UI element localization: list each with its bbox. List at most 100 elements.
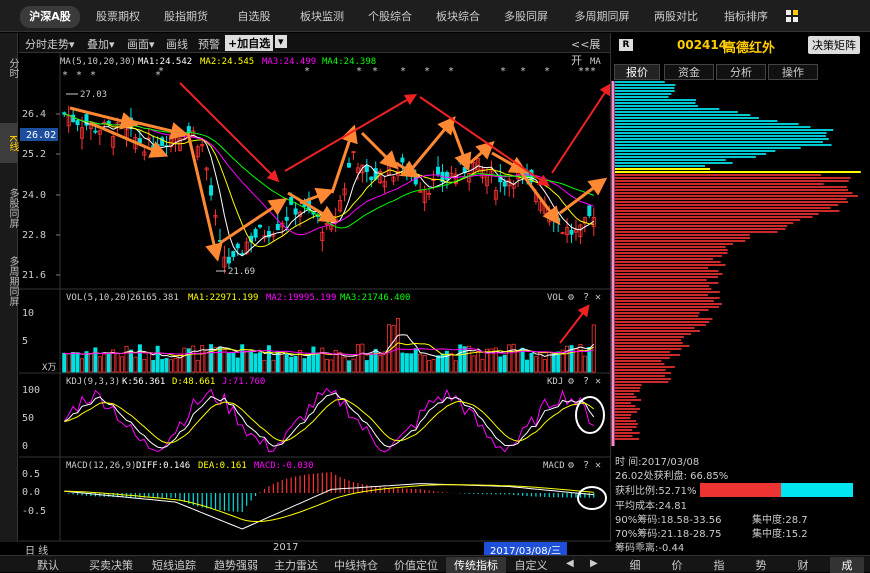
chip-bar xyxy=(615,429,633,431)
chip-bar xyxy=(615,105,698,107)
rtab-price[interactable]: 价 xyxy=(662,557,692,573)
volume-bar xyxy=(507,344,512,373)
rtab-trend[interactable]: 势 xyxy=(746,557,776,573)
nav-item-5[interactable]: 板块综合 xyxy=(428,6,488,28)
chip-bar xyxy=(615,198,847,200)
stock-badge: R xyxy=(619,39,633,51)
nav-item-7[interactable]: 多周期同屏 xyxy=(566,6,638,28)
chip-bar xyxy=(615,426,637,428)
volume-bar xyxy=(262,359,267,373)
chip-bar xyxy=(615,153,767,155)
volume-bar xyxy=(355,344,360,373)
chip-bar xyxy=(615,375,665,377)
chip-bar xyxy=(615,147,801,149)
price-tick-label: 22.8 xyxy=(22,230,46,241)
kline-chart[interactable]: MA(5,10,20,30) MA1:24.542 MA2:24.545 MA3… xyxy=(0,53,610,542)
macd-close-icon[interactable]: ✕ xyxy=(595,460,601,471)
rtab-finance[interactable]: 财 xyxy=(788,557,818,573)
volume-bar xyxy=(320,347,325,373)
nav-item-1[interactable]: 股指期货 xyxy=(156,6,216,28)
x-axis-bar: 日 线 2017 2017/03/08/三 xyxy=(19,542,610,557)
volume-bar xyxy=(177,353,182,373)
tab-trade-decision[interactable]: 买卖决策 xyxy=(80,557,142,573)
volume-bar xyxy=(502,354,507,373)
volume-bar xyxy=(480,358,485,373)
tab-value-position[interactable]: 价值定位 xyxy=(386,557,446,573)
tab-custom[interactable]: 自定义 xyxy=(506,557,556,573)
volume-bar xyxy=(315,353,320,373)
volume-bar xyxy=(151,359,156,373)
chip-bar xyxy=(615,318,713,320)
vol-settings-icon[interactable]: ⚙ xyxy=(567,292,574,303)
chip-bar xyxy=(615,231,778,233)
tab-default[interactable]: 默认 xyxy=(18,557,78,573)
kdj-right-label: KDJ xyxy=(547,377,563,387)
chip-time: 时 间:2017/03/08 xyxy=(615,457,700,468)
nav-item-2[interactable]: 自选股 xyxy=(226,6,282,28)
vol-ma3: MA3:21746.400 xyxy=(340,293,410,303)
overlay-dropdown[interactable]: 叠加▾ xyxy=(87,36,115,52)
macd-highlight-circle xyxy=(577,486,607,510)
chip-bar xyxy=(615,219,801,221)
alert-button[interactable]: 预警 xyxy=(198,36,220,52)
vol-close-icon[interactable]: ✕ xyxy=(595,292,601,303)
tab-mid-hold[interactable]: 中线持仓 xyxy=(326,557,386,573)
high-price-label: 27.03 xyxy=(80,90,107,100)
nav-item-6[interactable]: 多股同屏 xyxy=(496,6,556,28)
market-tab[interactable]: 沪深A股 xyxy=(20,6,80,28)
nav-item-3[interactable]: 板块监测 xyxy=(292,6,352,28)
grid-menu-icon[interactable] xyxy=(786,10,798,22)
rtab-detail[interactable]: 细 xyxy=(620,557,650,573)
vol-help-icon[interactable]: ? xyxy=(583,292,589,303)
nav-item-9[interactable]: 指标排序 xyxy=(716,6,776,28)
tab-analysis[interactable]: 分析 xyxy=(716,64,766,80)
decision-matrix-button[interactable]: 决策矩阵 xyxy=(808,36,860,54)
volume-bar xyxy=(164,357,169,373)
signal-star: * xyxy=(62,70,68,81)
volume-bar xyxy=(293,355,298,373)
tab-quote[interactable]: 报价 xyxy=(614,64,660,80)
volume-bar xyxy=(516,351,521,373)
chip-bar xyxy=(615,297,720,299)
tab-scroll-left-icon[interactable]: ◀ xyxy=(566,558,574,569)
chip-bar xyxy=(615,411,638,413)
kdj-settings-icon[interactable]: ⚙ xyxy=(567,376,574,387)
chip-bar xyxy=(615,201,848,203)
tab-main-radar[interactable]: 主力雷达 xyxy=(266,557,326,573)
chip-bar xyxy=(615,174,821,176)
chip-90-conc: 集中度:28.7 xyxy=(752,515,808,526)
kdj-help-icon[interactable]: ? xyxy=(583,376,589,387)
macd-tick-label: 0.5 xyxy=(22,469,40,480)
intraday-dropdown[interactable]: 分时走势▾ xyxy=(25,36,75,52)
tab-short-track[interactable]: 短线追踪 xyxy=(144,557,204,573)
kdj-close-icon[interactable]: ✕ xyxy=(595,376,601,387)
rtab-chips[interactable]: 成 xyxy=(830,557,864,573)
add-favorite-button[interactable]: +加自选 xyxy=(225,35,274,51)
layout-dropdown[interactable]: 画面▾ xyxy=(127,36,155,52)
tab-operation[interactable]: 操作 xyxy=(768,64,818,80)
nav-item-8[interactable]: 两股对比 xyxy=(646,6,706,28)
macd-line xyxy=(64,483,594,530)
macd-settings-icon[interactable]: ⚙ xyxy=(567,460,574,471)
chip-bar xyxy=(615,234,750,236)
nav-item-4[interactable]: 个股综合 xyxy=(360,6,420,28)
trend-arrow xyxy=(469,141,495,165)
nav-item-0[interactable]: 股票期权 xyxy=(88,6,148,28)
volume-bar xyxy=(186,348,191,373)
tab-traditional[interactable]: 传统指标 xyxy=(446,557,506,573)
rtab-index[interactable]: 指 xyxy=(704,557,734,573)
chip-bar xyxy=(615,378,672,380)
add-favorite-dropdown[interactable]: ▾ xyxy=(275,35,287,48)
chip-70-conc: 集中度:15.2 xyxy=(752,529,808,540)
tab-scroll-right-icon[interactable]: ▶ xyxy=(590,558,598,569)
chip-bar xyxy=(615,303,722,305)
draw-line-button[interactable]: 画线 xyxy=(166,36,188,52)
kdj-line xyxy=(63,387,595,453)
tab-capital[interactable]: 资金 xyxy=(664,64,714,80)
right-bottom-tabs: 细 价 指 势 财 成 xyxy=(610,555,870,573)
tab-trend-strength[interactable]: 趋势强弱 xyxy=(206,557,266,573)
trend-arrows xyxy=(69,82,610,344)
year-label: 2017 xyxy=(273,542,299,553)
volume-bar xyxy=(418,353,423,373)
macd-help-icon[interactable]: ? xyxy=(583,460,589,471)
